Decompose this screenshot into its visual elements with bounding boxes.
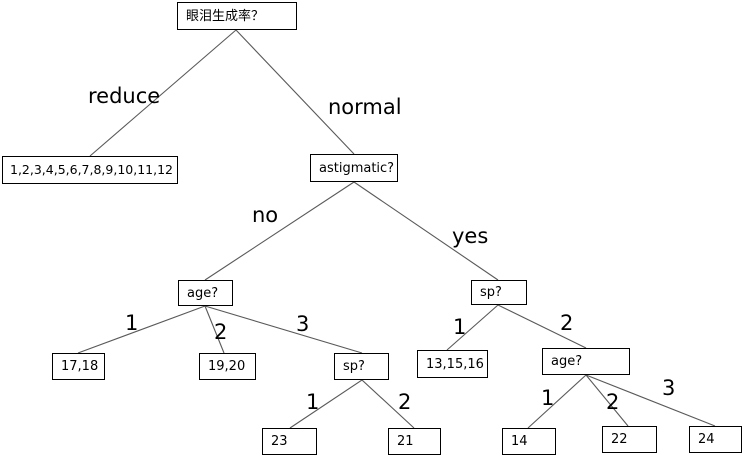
edge-label-age-2: 2 bbox=[214, 320, 228, 344]
leaf-17-18: 17,18 bbox=[52, 353, 105, 380]
leaf-24: 24 bbox=[689, 426, 742, 453]
edge-label-sp-2: 2 bbox=[560, 311, 574, 335]
sp-node-yes: sp? bbox=[471, 280, 527, 305]
leaf-22: 22 bbox=[602, 426, 657, 453]
edge-label-yes: yes bbox=[452, 224, 489, 248]
edge-line-normal bbox=[235, 29, 355, 155]
edge-line-sp3-1 bbox=[289, 379, 363, 429]
edge-label-age2-2: 2 bbox=[606, 390, 620, 414]
edge-label-sp-1: 1 bbox=[453, 315, 467, 339]
edge-line-age2-1 bbox=[527, 374, 587, 429]
age-node-no: age? bbox=[178, 280, 233, 306]
edge-label-age2-3: 3 bbox=[662, 376, 676, 400]
connector-lines bbox=[77, 29, 716, 429]
edge-line-no bbox=[204, 181, 355, 281]
edge-line-age-1 bbox=[77, 305, 206, 354]
leaf-23: 23 bbox=[262, 428, 317, 455]
astigmatic-node: astigmatic? bbox=[310, 154, 398, 182]
leaf-14: 14 bbox=[502, 428, 556, 455]
sp-node-age3: sp? bbox=[334, 353, 389, 380]
leaf-13-15-16: 13,15,16 bbox=[417, 350, 488, 378]
edge-label-no: no bbox=[252, 203, 279, 227]
edge-label-age-1: 1 bbox=[125, 311, 139, 335]
leaf-reduce: 1,2,3,4,5,6,7,8,9,10,11,12 bbox=[2, 156, 178, 184]
leaf-21: 21 bbox=[388, 428, 441, 455]
leaf-19-20: 19,20 bbox=[199, 353, 256, 380]
edge-line-age-3 bbox=[204, 305, 363, 354]
root-node: 眼泪生成率？ bbox=[177, 2, 297, 30]
age-node-sp2: age? bbox=[542, 348, 630, 375]
decision-tree-diagram: reduce normal no yes 1 2 3 1 2 1 2 1 2 3… bbox=[0, 0, 744, 461]
edge-label-sp3-1: 1 bbox=[306, 390, 320, 414]
edge-label-sp3-2: 2 bbox=[398, 390, 412, 414]
edge-label-normal: normal bbox=[328, 95, 402, 119]
edge-label-reduce: reduce bbox=[88, 84, 161, 108]
edge-label-age-3: 3 bbox=[296, 312, 310, 336]
edge-label-age2-1: 1 bbox=[541, 386, 555, 410]
